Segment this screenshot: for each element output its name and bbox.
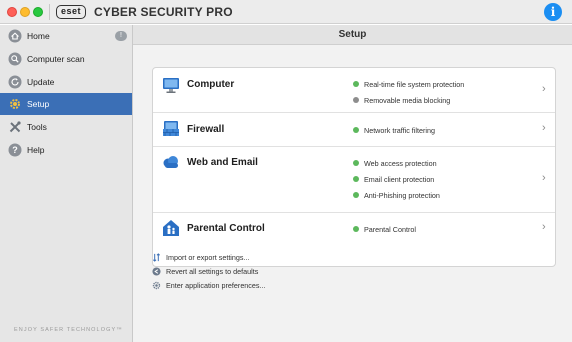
minimize-window-button[interactable]	[20, 7, 30, 17]
application-preferences-link[interactable]: Enter application preferences...	[152, 279, 266, 291]
sidebar-item-label: Computer scan	[27, 54, 85, 64]
sidebar-item-label: Help	[27, 145, 45, 155]
alert-badge: !	[115, 31, 127, 41]
feature-label: Email client protection	[364, 174, 435, 184]
feature-real-time-protection[interactable]: Real-time file system protection	[353, 78, 464, 90]
feature-web-access-protection[interactable]: Web access protection	[353, 157, 437, 169]
action-label: Import or export settings...	[166, 252, 250, 262]
chevron-right-icon: ›	[542, 221, 546, 233]
page-title: Setup	[133, 25, 572, 45]
feature-network-traffic-filtering[interactable]: Network traffic filtering	[353, 124, 435, 136]
status-off-icon	[353, 97, 359, 103]
chevron-right-icon: ›	[542, 172, 546, 184]
svg-text:?: ?	[12, 145, 18, 155]
feature-email-client-protection[interactable]: Email client protection	[353, 173, 434, 185]
zoom-window-button[interactable]	[33, 7, 43, 17]
feature-parental-control[interactable]: Parental Control	[353, 223, 416, 235]
sidebar-item-tools[interactable]: Tools	[0, 116, 132, 138]
settings-card: Computer Real-time file system protectio…	[152, 67, 556, 267]
feature-removable-media-blocking[interactable]: Removable media blocking	[353, 94, 450, 106]
close-window-button[interactable]	[7, 7, 17, 17]
title-separator	[49, 4, 50, 20]
info-button[interactable]: i	[544, 3, 562, 21]
revert-icon	[152, 266, 161, 276]
cloud-icon	[163, 156, 178, 168]
revert-settings-link[interactable]: Revert all settings to defaults	[152, 265, 258, 277]
section-title: Computer	[187, 79, 235, 90]
section-title: Firewall	[187, 124, 225, 135]
setup-icon	[10, 99, 20, 109]
preferences-gear-icon	[152, 281, 161, 289]
app-title: CYBER SECURITY PRO	[94, 5, 233, 19]
status-on-icon	[353, 81, 359, 87]
section-web-and-email[interactable]: Web and Email Web access protection Emai…	[153, 147, 555, 213]
slogan: ENJOY SAFER TECHNOLOGY™	[14, 327, 123, 333]
feature-label: Parental Control	[364, 224, 416, 234]
computer-icon	[163, 78, 179, 93]
sidebar-item-update[interactable]: Update	[0, 71, 132, 93]
sidebar-item-label: Setup	[27, 99, 50, 109]
sidebar: Home ! Computer scan Update Setup Tools	[0, 25, 133, 342]
feature-anti-phishing-protection[interactable]: Anti-Phishing protection	[353, 189, 440, 201]
sidebar-item-computer-scan[interactable]: Computer scan	[0, 48, 132, 70]
help-icon: ?	[8, 143, 22, 157]
feature-label: Network traffic filtering	[364, 125, 435, 135]
eset-logo: eset	[56, 5, 87, 19]
action-label: Revert all settings to defaults	[166, 266, 259, 276]
import-export-icon	[152, 252, 161, 262]
action-label: Enter application preferences...	[166, 280, 266, 290]
import-export-settings-link[interactable]: Import or export settings...	[152, 251, 250, 263]
update-icon	[8, 75, 22, 89]
feature-label: Anti-Phishing protection	[364, 190, 440, 200]
status-on-icon	[353, 176, 359, 182]
sidebar-item-help[interactable]: ? Help	[0, 139, 132, 161]
chevron-right-icon: ›	[542, 83, 546, 95]
chevron-right-icon: ›	[542, 122, 546, 134]
feature-label: Web access protection	[364, 158, 437, 168]
parental-control-icon	[163, 220, 179, 236]
scan-icon	[8, 52, 22, 66]
sidebar-item-label: Tools	[27, 122, 47, 132]
section-firewall[interactable]: Firewall Network traffic filtering ›	[153, 113, 555, 147]
section-computer[interactable]: Computer Real-time file system protectio…	[153, 68, 555, 113]
sidebar-item-label: Update	[27, 77, 55, 87]
status-on-icon	[353, 192, 359, 198]
tools-icon	[9, 121, 21, 133]
section-parental-control[interactable]: Parental Control Parental Control ›	[153, 213, 555, 245]
title-bar: eset CYBER SECURITY PRO i	[0, 0, 572, 24]
sidebar-item-home[interactable]: Home !	[0, 25, 132, 47]
sidebar-item-setup[interactable]: Setup	[0, 93, 132, 115]
status-on-icon	[353, 160, 359, 166]
feature-label: Real-time file system protection	[364, 79, 465, 89]
home-icon	[8, 29, 22, 43]
feature-label: Removable media blocking	[364, 95, 451, 105]
sidebar-item-label: Home	[27, 31, 50, 41]
section-title: Parental Control	[187, 223, 265, 234]
firewall-icon	[163, 121, 179, 136]
status-on-icon	[353, 226, 359, 232]
main-panel: Setup Computer Real-time file system pro…	[133, 25, 572, 342]
status-on-icon	[353, 127, 359, 133]
section-title: Web and Email	[187, 157, 258, 168]
